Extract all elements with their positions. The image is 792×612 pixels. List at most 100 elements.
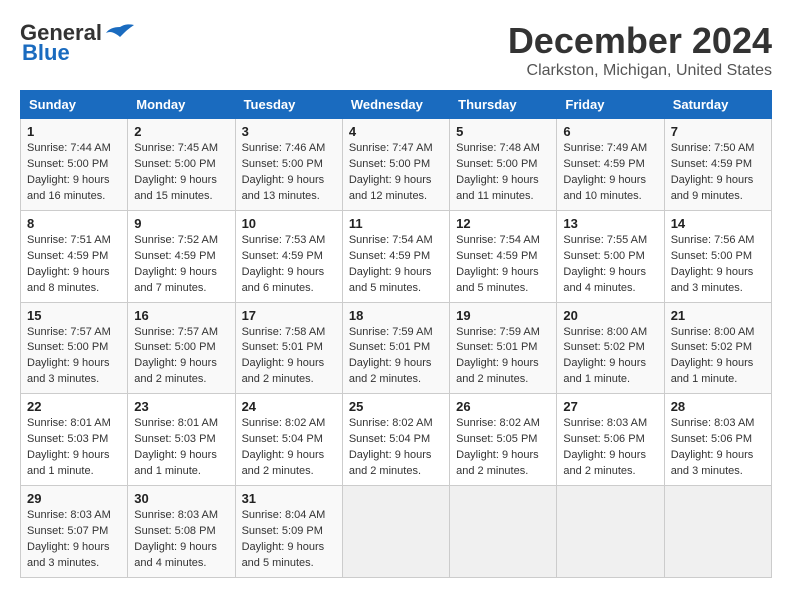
- day-info: Sunrise: 7:57 AM Sunset: 5:00 PM Dayligh…: [27, 325, 121, 389]
- month-title: December 2024: [508, 20, 772, 62]
- calendar-day-cell: 24 Sunrise: 8:02 AM Sunset: 5:04 PM Dayli…: [235, 394, 342, 486]
- calendar-day-cell: 15 Sunrise: 7:57 AM Sunset: 5:00 PM Dayli…: [21, 302, 128, 394]
- day-info: Sunrise: 8:03 AM Sunset: 5:08 PM Dayligh…: [134, 508, 228, 572]
- day-info: Sunrise: 7:46 AM Sunset: 5:00 PM Dayligh…: [242, 141, 336, 205]
- weekday-header-cell: Sunday: [21, 91, 128, 119]
- day-number: 18: [349, 308, 443, 323]
- day-info: Sunrise: 8:02 AM Sunset: 5:05 PM Dayligh…: [456, 416, 550, 480]
- day-number: 28: [671, 399, 765, 414]
- day-info: Sunrise: 7:55 AM Sunset: 5:00 PM Dayligh…: [563, 233, 657, 297]
- day-info: Sunrise: 7:53 AM Sunset: 4:59 PM Dayligh…: [242, 233, 336, 297]
- weekday-header-cell: Wednesday: [342, 91, 449, 119]
- calendar-day-cell: 17Sunrise: 7:58 AM Sunset: 5:01 PM Dayli…: [235, 302, 342, 394]
- day-info: Sunrise: 8:02 AM Sunset: 5:04 PM Dayligh…: [349, 416, 443, 480]
- calendar-day-cell: 19Sunrise: 7:59 AM Sunset: 5:01 PM Dayli…: [450, 302, 557, 394]
- day-info: Sunrise: 8:00 AM Sunset: 5:02 PM Dayligh…: [671, 325, 765, 389]
- day-info: Sunrise: 7:54 AM Sunset: 4:59 PM Dayligh…: [349, 233, 443, 297]
- calendar-day-cell: 7 Sunrise: 7:50 AM Sunset: 4:59 PM Daylig…: [664, 119, 771, 211]
- day-info: Sunrise: 7:57 AM Sunset: 5:00 PM Dayligh…: [134, 325, 228, 389]
- calendar-day-cell: 16 Sunrise: 7:57 AM Sunset: 5:00 PM Dayli…: [128, 302, 235, 394]
- day-number: 17: [242, 308, 336, 323]
- weekday-header-cell: Saturday: [664, 91, 771, 119]
- calendar-day-cell: 4 Sunrise: 7:47 AM Sunset: 5:00 PM Daylig…: [342, 119, 449, 211]
- calendar-day-cell: 23 Sunrise: 8:01 AM Sunset: 5:03 PM Dayli…: [128, 394, 235, 486]
- day-number: 22: [27, 399, 121, 414]
- calendar-day-cell: 25 Sunrise: 8:02 AM Sunset: 5:04 PM Dayli…: [342, 394, 449, 486]
- day-number: 24: [242, 399, 336, 414]
- day-info: Sunrise: 7:48 AM Sunset: 5:00 PM Dayligh…: [456, 141, 550, 205]
- calendar-day-cell: 10 Sunrise: 7:53 AM Sunset: 4:59 PM Dayli…: [235, 210, 342, 302]
- day-info: Sunrise: 7:47 AM Sunset: 5:00 PM Dayligh…: [349, 141, 443, 205]
- day-number: 1: [27, 124, 121, 139]
- day-number: 2: [134, 124, 228, 139]
- calendar-week-row: 15 Sunrise: 7:57 AM Sunset: 5:00 PM Dayli…: [21, 302, 772, 394]
- day-number: 31: [242, 491, 336, 506]
- calendar-day-cell: 29Sunrise: 8:03 AM Sunset: 5:07 PM Dayli…: [21, 486, 128, 578]
- calendar-day-cell: 21 Sunrise: 8:00 AM Sunset: 5:02 PM Dayli…: [664, 302, 771, 394]
- day-info: Sunrise: 7:59 AM Sunset: 5:01 PM Dayligh…: [456, 325, 550, 389]
- weekday-header-row: SundayMondayTuesdayWednesdayThursdayFrid…: [21, 91, 772, 119]
- logo-text-blue: Blue: [22, 40, 70, 66]
- day-info: Sunrise: 7:50 AM Sunset: 4:59 PM Dayligh…: [671, 141, 765, 205]
- calendar-day-cell: 22 Sunrise: 8:01 AM Sunset: 5:03 PM Dayli…: [21, 394, 128, 486]
- calendar-day-cell: 18 Sunrise: 7:59 AM Sunset: 5:01 PM Dayli…: [342, 302, 449, 394]
- calendar-day-cell: 28 Sunrise: 8:03 AM Sunset: 5:06 PM Dayli…: [664, 394, 771, 486]
- calendar-week-row: 1Sunrise: 7:44 AM Sunset: 5:00 PM Daylig…: [21, 119, 772, 211]
- day-number: 13: [563, 216, 657, 231]
- day-info: Sunrise: 8:03 AM Sunset: 5:06 PM Dayligh…: [671, 416, 765, 480]
- day-info: Sunrise: 8:03 AM Sunset: 5:06 PM Dayligh…: [563, 416, 657, 480]
- page-header: General Blue December 2024 Clarkston, Mi…: [20, 20, 772, 80]
- day-number: 10: [242, 216, 336, 231]
- calendar-day-cell: [342, 486, 449, 578]
- day-number: 5: [456, 124, 550, 139]
- day-number: 11: [349, 216, 443, 231]
- calendar-week-row: 22 Sunrise: 8:01 AM Sunset: 5:03 PM Dayli…: [21, 394, 772, 486]
- day-info: Sunrise: 8:02 AM Sunset: 5:04 PM Dayligh…: [242, 416, 336, 480]
- day-number: 4: [349, 124, 443, 139]
- day-number: 25: [349, 399, 443, 414]
- day-info: Sunrise: 7:52 AM Sunset: 4:59 PM Dayligh…: [134, 233, 228, 297]
- day-info: Sunrise: 7:45 AM Sunset: 5:00 PM Dayligh…: [134, 141, 228, 205]
- day-number: 6: [563, 124, 657, 139]
- title-block: December 2024 Clarkston, Michigan, Unite…: [508, 20, 772, 80]
- calendar-day-cell: 13 Sunrise: 7:55 AM Sunset: 5:00 PM Dayli…: [557, 210, 664, 302]
- calendar-week-row: 8 Sunrise: 7:51 AM Sunset: 4:59 PM Daylig…: [21, 210, 772, 302]
- day-number: 7: [671, 124, 765, 139]
- day-number: 15: [27, 308, 121, 323]
- location-title: Clarkston, Michigan, United States: [508, 62, 772, 80]
- day-info: Sunrise: 7:51 AM Sunset: 4:59 PM Dayligh…: [27, 233, 121, 297]
- day-number: 26: [456, 399, 550, 414]
- day-number: 27: [563, 399, 657, 414]
- day-info: Sunrise: 7:59 AM Sunset: 5:01 PM Dayligh…: [349, 325, 443, 389]
- day-number: 14: [671, 216, 765, 231]
- calendar-day-cell: 2 Sunrise: 7:45 AM Sunset: 5:00 PM Daylig…: [128, 119, 235, 211]
- day-info: Sunrise: 8:01 AM Sunset: 5:03 PM Dayligh…: [27, 416, 121, 480]
- day-info: Sunrise: 7:54 AM Sunset: 4:59 PM Dayligh…: [456, 233, 550, 297]
- calendar-day-cell: 27 Sunrise: 8:03 AM Sunset: 5:06 PM Dayli…: [557, 394, 664, 486]
- logo-bird-icon: [106, 23, 134, 43]
- calendar-day-cell: [450, 486, 557, 578]
- day-info: Sunrise: 8:01 AM Sunset: 5:03 PM Dayligh…: [134, 416, 228, 480]
- day-number: 23: [134, 399, 228, 414]
- calendar-day-cell: 8 Sunrise: 7:51 AM Sunset: 4:59 PM Daylig…: [21, 210, 128, 302]
- calendar-day-cell: 20Sunrise: 8:00 AM Sunset: 5:02 PM Dayli…: [557, 302, 664, 394]
- day-number: 9: [134, 216, 228, 231]
- calendar-day-cell: 3 Sunrise: 7:46 AM Sunset: 5:00 PM Daylig…: [235, 119, 342, 211]
- weekday-header-cell: Tuesday: [235, 91, 342, 119]
- weekday-header-cell: Monday: [128, 91, 235, 119]
- weekday-header-cell: Thursday: [450, 91, 557, 119]
- day-number: 21: [671, 308, 765, 323]
- day-number: 8: [27, 216, 121, 231]
- calendar-day-cell: 1Sunrise: 7:44 AM Sunset: 5:00 PM Daylig…: [21, 119, 128, 211]
- calendar-day-cell: 9 Sunrise: 7:52 AM Sunset: 4:59 PM Daylig…: [128, 210, 235, 302]
- day-number: 16: [134, 308, 228, 323]
- day-number: 3: [242, 124, 336, 139]
- calendar-day-cell: 11 Sunrise: 7:54 AM Sunset: 4:59 PM Dayli…: [342, 210, 449, 302]
- calendar-day-cell: 12Sunrise: 7:54 AM Sunset: 4:59 PM Dayli…: [450, 210, 557, 302]
- day-info: Sunrise: 7:49 AM Sunset: 4:59 PM Dayligh…: [563, 141, 657, 205]
- day-info: Sunrise: 7:56 AM Sunset: 5:00 PM Dayligh…: [671, 233, 765, 297]
- calendar-day-cell: 5 Sunrise: 7:48 AM Sunset: 5:00 PM Daylig…: [450, 119, 557, 211]
- calendar-day-cell: 30Sunrise: 8:03 AM Sunset: 5:08 PM Dayli…: [128, 486, 235, 578]
- day-number: 29: [27, 491, 121, 506]
- calendar-day-cell: 14 Sunrise: 7:56 AM Sunset: 5:00 PM Dayli…: [664, 210, 771, 302]
